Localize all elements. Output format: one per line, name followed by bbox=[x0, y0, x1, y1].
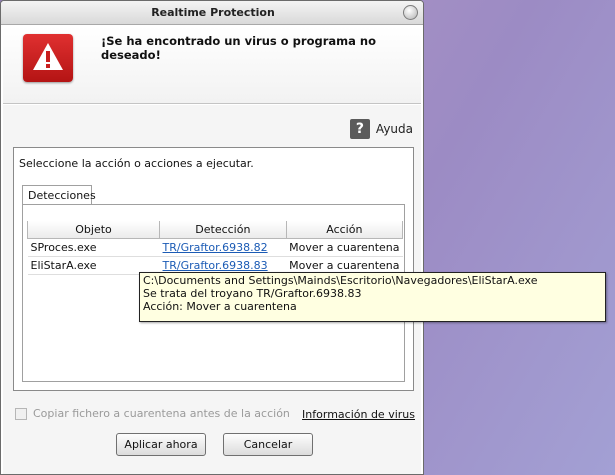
action-cell[interactable]: Mover a cuarentena bbox=[286, 238, 403, 257]
help-question-icon: ? bbox=[349, 119, 370, 139]
virus-info-link[interactable]: Información de virus bbox=[302, 408, 415, 421]
copy-to-quarantine-label: Copiar fichero a cuarentena antes de la … bbox=[33, 407, 290, 420]
realtime-protection-window: Realtime Protection ¡Se ha encontrado un… bbox=[0, 0, 424, 475]
close-icon[interactable] bbox=[403, 5, 418, 20]
column-header-action[interactable]: Acción bbox=[285, 221, 404, 239]
column-header-detection[interactable]: Detección bbox=[159, 221, 287, 239]
tab-detecciones[interactable]: Detecciones bbox=[22, 185, 96, 205]
copy-to-quarantine-checkbox[interactable] bbox=[15, 407, 27, 420]
detection-link[interactable]: TR/Graftor.6938.82 bbox=[159, 238, 287, 257]
title-bar[interactable]: Realtime Protection bbox=[1, 1, 423, 25]
detection-tooltip: C:\Documents and Settings\Mainds\Escrito… bbox=[139, 272, 606, 322]
copy-to-quarantine-option: Copiar fichero a cuarentena antes de la … bbox=[15, 407, 290, 420]
warning-icon bbox=[23, 34, 73, 82]
tooltip-action: Acción: Mover a cuarentena bbox=[143, 300, 297, 313]
object-cell: SProces.exe bbox=[27, 238, 160, 257]
help-label: Ayuda bbox=[375, 122, 413, 136]
help-button[interactable]: ? Ayuda bbox=[349, 119, 413, 139]
tooltip-description: Se trata del troyano TR/Graftor.6938.83 bbox=[143, 287, 362, 300]
detections-table: Objeto Detección Acción SProces.exe TR/G… bbox=[26, 221, 404, 275]
alert-message: ¡Se ha encontrado un virus o programa no… bbox=[101, 34, 376, 62]
tooltip-path: C:\Documents and Settings\Mainds\Escrito… bbox=[143, 274, 538, 287]
cancel-button[interactable]: Cancelar bbox=[223, 433, 313, 456]
apply-now-button[interactable]: Aplicar ahora bbox=[116, 433, 206, 456]
column-header-object[interactable]: Objeto bbox=[26, 221, 161, 239]
table-row[interactable]: SProces.exe TR/Graftor.6938.82 Mover a c… bbox=[27, 238, 403, 257]
action-groupbox: Seleccione la acción o acciones a ejecut… bbox=[13, 147, 414, 391]
instruction-text: Seleccione la acción o acciones a ejecut… bbox=[19, 157, 254, 170]
alert-header: ¡Se ha encontrado un virus o programa no… bbox=[3, 26, 421, 104]
window-title: Realtime Protection bbox=[151, 6, 275, 19]
